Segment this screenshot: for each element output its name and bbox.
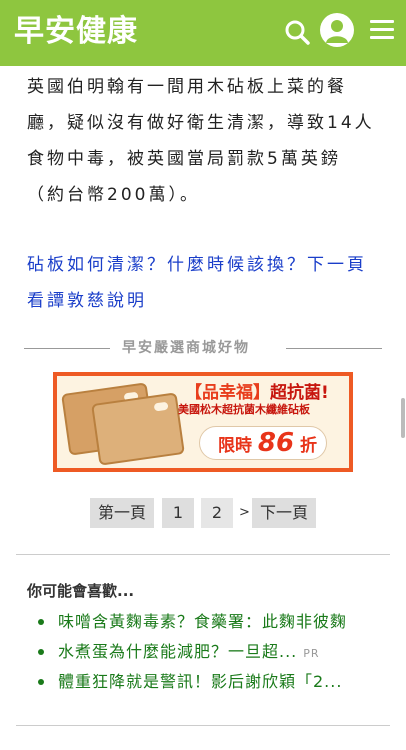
shop-section-title: 早安嚴選商城好物 [122,340,250,356]
shop-section-heading: 早安嚴選商城好物 [24,337,382,359]
next-page-link[interactable]: 砧板如何清潔？什麼時候該換？下一頁看譚敦慈說明 [27,247,379,319]
section-divider [16,554,390,555]
banner-subtitle: 美國松木超抗菌木纖維砧板 [178,403,310,416]
search-icon[interactable] [284,19,310,45]
section-divider [16,725,390,726]
price-number: 86 [257,428,295,458]
site-logo[interactable]: 早安健康 [14,8,138,56]
recommend-item-text[interactable]: 體重狂降就是警訊！影后謝欣穎「2... [58,672,342,691]
cutting-board-image [91,392,185,466]
site-header: 早安健康 [0,0,406,66]
recommend-list: 味噌含黃麴毒素？食藥署：此麴非彼麴 水煮蛋為什麼能減肥？一旦超... PR 體重狂… [38,609,388,699]
recommend-item[interactable]: 體重狂降就是警訊！影后謝欣穎「2... [38,669,388,699]
price-badge: 限時 86 折 [199,426,327,460]
recommend-item[interactable]: 味噌含黃麴毒素？食藥署：此麴非彼麴 [38,609,388,639]
banner-title: 【品幸福】超抗菌! [185,378,329,403]
bullet-icon [38,679,44,685]
price-prefix: 限時 [218,436,252,456]
recommend-title: 你可能會喜歡... [27,582,135,600]
menu-icon[interactable] [370,20,394,40]
price-suffix: 折 [300,436,318,456]
recommend-item-text[interactable]: 水煮蛋為什麼能減肥？一旦超... [58,642,297,661]
page-2-button[interactable]: 2 [201,498,233,528]
banner-title-prefix: 【品幸福】 [185,383,270,403]
product-banner[interactable]: 【品幸福】超抗菌! 美國松木超抗菌木纖維砧板 限時 86 折 [53,372,353,472]
article-body: 英國伯明翰有一間用木砧板上菜的餐廳，疑似沒有做好衛生清潔，導致14人食物中毒，被… [27,66,379,319]
recommend-item[interactable]: 水煮蛋為什麼能減肥？一旦超... PR [38,639,388,669]
page-scrollbar[interactable] [401,398,405,438]
banner-content: 【品幸福】超抗菌! 美國松木超抗菌木纖維砧板 限時 86 折 [57,376,349,468]
user-icon[interactable] [320,13,354,47]
bullet-icon [38,619,44,625]
divider-line-left [24,348,110,349]
divider-line-right [286,348,382,349]
article-paragraph: 英國伯明翰有一間用木砧板上菜的餐廳，疑似沒有做好衛生清潔，導致14人食物中毒，被… [27,77,375,205]
page-1-button[interactable]: 1 [162,498,194,528]
bullet-icon [38,649,44,655]
first-page-button[interactable]: 第一頁 [90,498,154,528]
banner-title-highlight: 超抗菌! [270,383,329,403]
next-page-button[interactable]: 下一頁 [252,498,316,528]
pagination-separator: > [239,505,250,520]
recommend-item-text[interactable]: 味噌含黃麴毒素？食藥署：此麴非彼麴 [58,612,347,631]
sponsored-badge: PR [303,647,320,660]
pagination: 第一頁 1 2 > 下一頁 [0,498,406,530]
